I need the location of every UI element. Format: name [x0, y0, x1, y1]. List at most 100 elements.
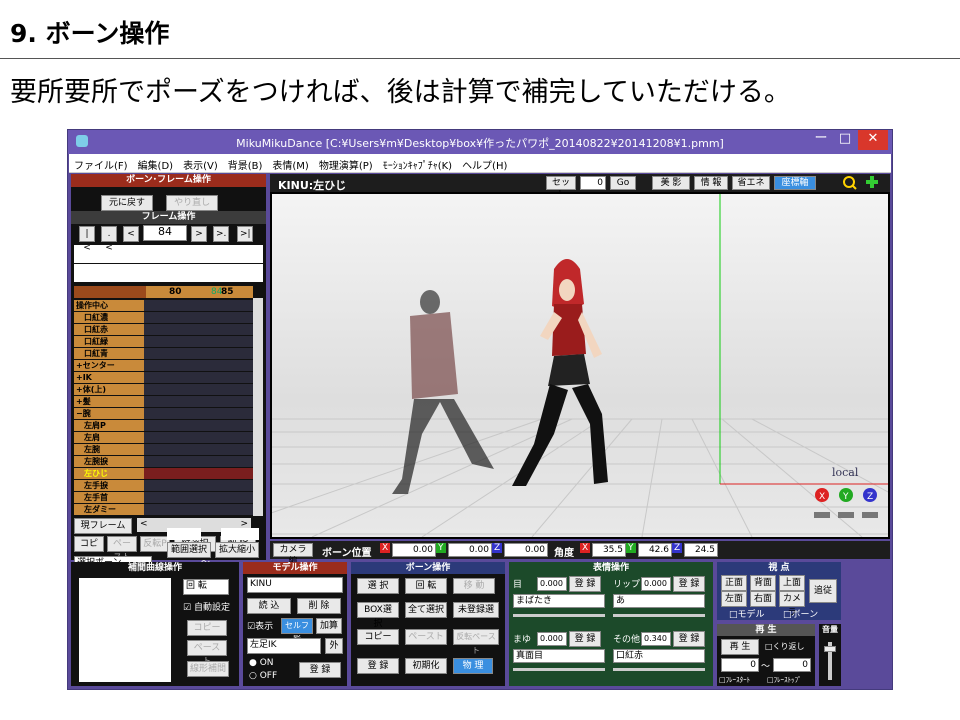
timeline-row[interactable]: +センター — [74, 360, 253, 371]
model-figure[interactable] — [512, 259, 608, 486]
next-frame-button[interactable]: > — [191, 226, 207, 242]
other-slider[interactable] — [613, 668, 705, 671]
view-bone-checkbox[interactable]: □ボーン — [783, 607, 818, 620]
timeline-row[interactable]: 左手捩 — [74, 480, 253, 491]
physics-button[interactable]: 物 理 — [453, 658, 493, 674]
frame-start-checkbox[interactable]: □ﾌﾚｰｽﾀｰﾄ — [719, 675, 750, 685]
redo-button[interactable]: やり直し — [166, 195, 219, 211]
delete-model-button[interactable]: 削 除 — [297, 598, 341, 614]
next-key-button[interactable]: >. — [213, 226, 229, 242]
add-icon[interactable] — [866, 176, 878, 188]
close-button[interactable]: ✕ — [858, 130, 888, 150]
3d-scene[interactable]: local X Y Z — [272, 194, 888, 537]
pos-x-input[interactable]: 0.00 — [392, 543, 436, 557]
lip-morph-dropdown[interactable]: あ — [613, 594, 705, 608]
timeline-row[interactable]: 左腕 — [74, 444, 253, 455]
select-all-button[interactable]: 全て選択 — [405, 602, 447, 618]
timeline-row[interactable]: 口紅緑 — [74, 336, 253, 347]
angle-y-input[interactable]: 42.6 — [638, 543, 672, 557]
off-radio[interactable]: ○ OFF — [249, 671, 277, 681]
last-frame-button[interactable]: >| — [237, 226, 253, 242]
timeline-row[interactable]: 左手首 — [74, 492, 253, 503]
model-register-button[interactable]: 登 録 — [299, 662, 341, 678]
add-blend-button[interactable]: 加算 — [316, 618, 342, 634]
interp-rotate-dropdown[interactable]: 回 転 — [183, 579, 229, 595]
other-register-button[interactable]: 登 録 — [673, 631, 705, 647]
range-from-input[interactable] — [167, 528, 201, 540]
bone-paste-button[interactable]: ペースト — [405, 629, 447, 645]
timeline-row[interactable]: 操作中心 — [74, 300, 253, 311]
volume-thumb[interactable] — [824, 646, 836, 652]
set-frame-input[interactable]: 0 — [580, 176, 606, 190]
camera-edit-button[interactable]: カメラ編 — [273, 543, 313, 567]
menu-background[interactable]: 背景(B) — [223, 154, 268, 172]
brow-register-button[interactable]: 登 録 — [569, 631, 601, 647]
axis-gizmo[interactable]: X Y Z — [814, 488, 878, 518]
menu-physics[interactable]: 物理演算(P) — [314, 154, 378, 172]
frame-number-input[interactable]: 84 — [143, 225, 187, 241]
bone-move-button[interactable]: 移 動 — [453, 578, 495, 594]
timeline-row[interactable]: 左ダミー — [74, 504, 253, 515]
view-model-checkbox[interactable]: □モデル — [729, 607, 765, 620]
view-top-button[interactable]: 上面 — [779, 575, 805, 591]
copy-frame-button[interactable]: コピー — [74, 536, 104, 563]
view-camera-button[interactable]: カメラ — [779, 591, 805, 618]
scale-button[interactable]: 拡大縮小 — [215, 542, 259, 558]
self-shadow-button[interactable]: セルフ影 — [281, 618, 313, 644]
menu-view[interactable]: 表示(V) — [178, 154, 223, 172]
lip-slider[interactable] — [613, 614, 705, 617]
brow-slider[interactable] — [513, 668, 605, 671]
timeline-row[interactable]: +体(上) — [74, 384, 253, 395]
angle-z-input[interactable]: 24.5 — [684, 543, 718, 557]
shadow-button[interactable]: 美 影 — [652, 176, 690, 190]
first-frame-button[interactable]: |< — [79, 226, 95, 253]
eye-morph-dropdown[interactable]: まばたき — [513, 594, 605, 608]
paste-frame-button[interactable]: ペースト — [107, 536, 137, 563]
menu-help[interactable]: ヘルプ(H) — [457, 154, 512, 172]
lip-register-button[interactable]: 登 録 — [673, 576, 705, 592]
info-button[interactable]: 情 報 — [694, 176, 728, 190]
timeline-scrollbar[interactable] — [253, 298, 263, 516]
model-dropdown[interactable]: KINU — [247, 577, 343, 593]
view-left-button[interactable]: 左面 — [721, 591, 747, 607]
linear-interp-button[interactable]: 線形補間 — [187, 661, 229, 677]
reverse-paste-button[interactable]: 反転P — [140, 536, 170, 552]
range-to-input[interactable] — [221, 528, 259, 540]
rotate-gizmo[interactable] — [814, 512, 878, 518]
prev-key-button[interactable]: .< — [101, 226, 117, 253]
range-select-button[interactable]: 範囲選択 — [167, 542, 211, 558]
timeline-row[interactable]: +IK — [74, 372, 253, 383]
play-button[interactable]: 再 生 — [721, 639, 759, 655]
play-to-input[interactable]: 0 — [773, 658, 811, 672]
reverse-paste-bone-button[interactable]: 反転ペースト — [453, 629, 499, 655]
menu-edit[interactable]: 編集(D) — [133, 154, 179, 172]
timeline-row[interactable]: 口紅青 — [74, 348, 253, 359]
maximize-button[interactable]: □ — [834, 130, 856, 150]
energy-save-button[interactable]: 省エネ — [732, 176, 770, 190]
bone-dropdown[interactable]: 左足IK — [247, 638, 321, 654]
lip-value[interactable]: 0.000 — [641, 577, 671, 591]
menu-motion-capture[interactable]: ﾓｰｼｮﾝｷｬﾌﾟﾁｬ(K) — [378, 154, 457, 172]
on-radio[interactable]: ● ON — [249, 658, 274, 668]
timeline-row[interactable]: +髪 — [74, 396, 253, 407]
follow-button[interactable]: 追従 — [809, 579, 837, 603]
bone-rotate-button[interactable]: 回 転 — [405, 578, 447, 594]
load-model-button[interactable]: 読 込 — [247, 598, 291, 614]
external-parent-button[interactable]: 外 — [325, 638, 343, 654]
eye-value[interactable]: 0.000 — [537, 577, 567, 591]
brow-morph-dropdown[interactable]: 真面目 — [513, 649, 605, 663]
menu-file[interactable]: ファイル(F) — [69, 154, 133, 172]
current-frame-button[interactable]: 現フレーム — [74, 518, 132, 534]
brow-value[interactable]: 0.000 — [537, 632, 567, 646]
scroll-left-arrow[interactable]: < — [140, 519, 148, 529]
bone-select-button[interactable]: 選 択 — [357, 578, 399, 594]
interp-copy-button[interactable]: コピー — [187, 620, 227, 636]
eye-register-button[interactable]: 登 録 — [569, 576, 601, 592]
bone-register-button[interactable]: 登 録 — [357, 658, 399, 674]
other-morph-dropdown[interactable]: 口紅赤 — [613, 649, 705, 663]
play-from-input[interactable]: 0 — [721, 658, 759, 672]
timeline-row[interactable]: 口紅濃 — [74, 312, 253, 323]
timeline-row[interactable]: 左肩P — [74, 420, 253, 431]
set-button[interactable]: セット — [546, 176, 576, 200]
timeline-row[interactable]: 口紅赤 — [74, 324, 253, 335]
